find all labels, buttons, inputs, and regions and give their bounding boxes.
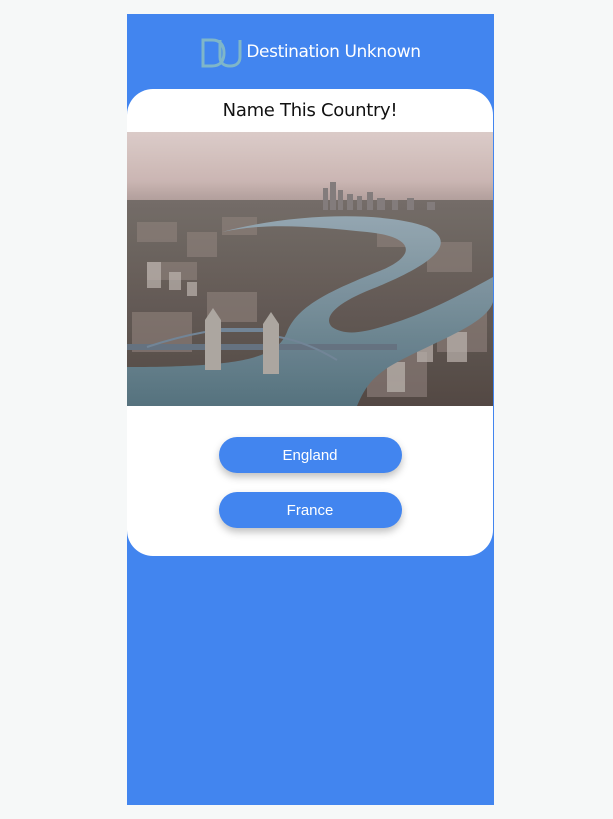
city-river-aerial-photo	[127, 132, 493, 406]
quiz-card: Name This Country! England France	[127, 89, 493, 556]
answer-list: England France	[127, 437, 493, 547]
app-screen: Destination Unknown Name This Country! E…	[127, 14, 494, 805]
app-title: Destination Unknown	[246, 41, 421, 62]
answer-button-england[interactable]: England	[218, 437, 402, 473]
app-header: Destination Unknown	[127, 14, 494, 89]
answer-button-france[interactable]: France	[218, 492, 402, 528]
question-title: Name This Country!	[222, 100, 398, 121]
du-monogram-logo-icon	[201, 38, 242, 68]
